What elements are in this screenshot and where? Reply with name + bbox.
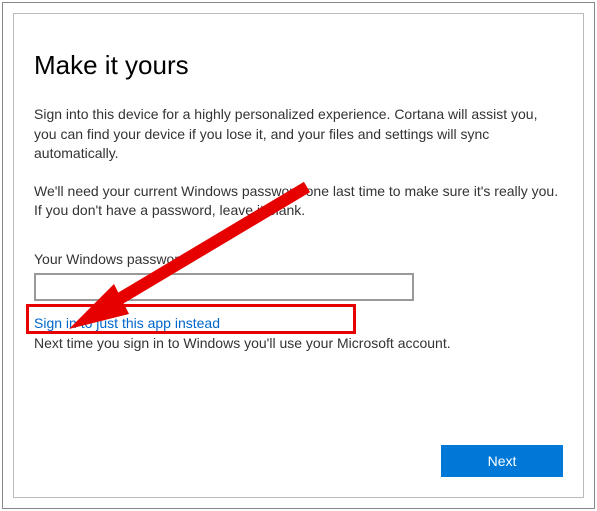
password-label: Your Windows password bbox=[34, 251, 563, 267]
dialog-title: Make it yours bbox=[34, 50, 563, 81]
next-signin-info: Next time you sign in to Windows you'll … bbox=[34, 335, 563, 351]
signin-dialog: Make it yours Sign into this device for … bbox=[13, 13, 584, 498]
intro-paragraph-2: We'll need your current Windows password… bbox=[34, 182, 563, 221]
password-input[interactable] bbox=[34, 273, 414, 301]
next-button[interactable]: Next bbox=[441, 445, 563, 477]
intro-paragraph-1: Sign into this device for a highly perso… bbox=[34, 105, 563, 164]
sign-in-app-only-link[interactable]: Sign in to just this app instead bbox=[34, 315, 220, 331]
